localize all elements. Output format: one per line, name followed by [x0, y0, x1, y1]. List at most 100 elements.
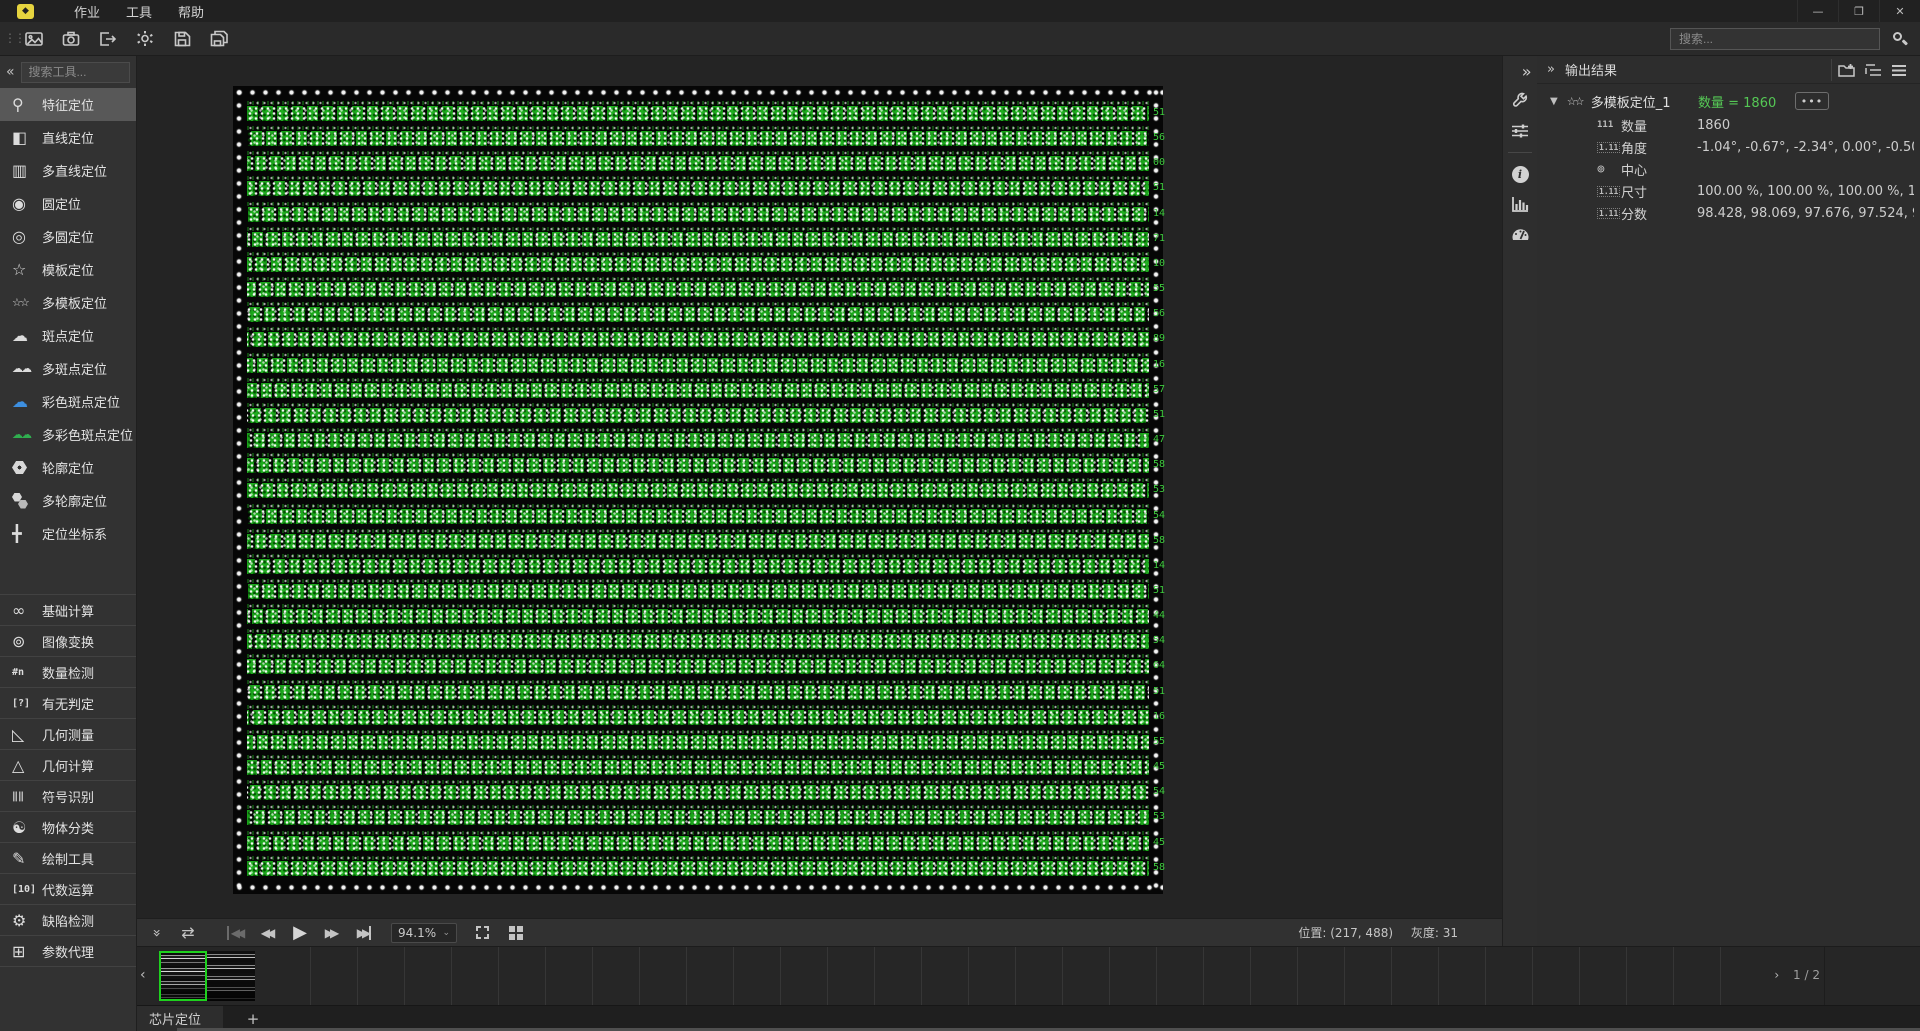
- tool-item-color-blob[interactable]: ☁彩色斑点定位: [0, 385, 136, 418]
- toolbar-drag-handle[interactable]: ⋮⋮: [4, 34, 12, 43]
- play-button[interactable]: ▶: [287, 921, 313, 945]
- tool-item-multi-blob[interactable]: ☁☁多斑点定位: [0, 352, 136, 385]
- filmstrip-empty-slot[interactable]: [1345, 947, 1392, 1005]
- continuous-run-icon[interactable]: ⇄: [175, 921, 201, 945]
- filmstrip-empty-slot[interactable]: [1627, 947, 1674, 1005]
- filmstrip-empty-slot[interactable]: [1157, 947, 1204, 1005]
- collapse-tree-icon[interactable]: [1860, 60, 1886, 80]
- tool-search-input[interactable]: [21, 62, 130, 83]
- minimize-button[interactable]: —: [1797, 0, 1838, 22]
- filmstrip-empty-slot[interactable]: [405, 947, 452, 1005]
- filmstrip-empty-slot[interactable]: [358, 947, 405, 1005]
- filmstrip-empty-slot[interactable]: [828, 947, 875, 1005]
- filmstrip-empty-slot[interactable]: [546, 947, 593, 1005]
- menu-item-1[interactable]: 工具: [113, 1, 165, 22]
- category-item-transform[interactable]: ⊚图像变换: [0, 626, 136, 657]
- category-item-infinity[interactable]: ∞基础计算: [0, 595, 136, 626]
- tool-item-line[interactable]: ◧直线定位: [0, 121, 136, 154]
- filmstrip-empty-slot[interactable]: [875, 947, 922, 1005]
- filmstrip-empty-slot[interactable]: [499, 947, 546, 1005]
- tool-item-axis[interactable]: ╋定位坐标系: [0, 517, 136, 550]
- menu-item-0[interactable]: 作业: [61, 1, 113, 22]
- image-icon[interactable]: [19, 26, 49, 52]
- global-search-input[interactable]: [1670, 28, 1880, 50]
- tool-item-multi-contour[interactable]: 多轮廓定位: [0, 484, 136, 517]
- filmstrip-empty-slot[interactable]: [1674, 947, 1721, 1005]
- category-item-draw[interactable]: ✎绘制工具: [0, 843, 136, 874]
- filmstrip-empty-slot[interactable]: [1110, 947, 1157, 1005]
- category-item-presence[interactable]: [?]有无判定: [0, 688, 136, 719]
- tool-item-circle[interactable]: ◉圆定位: [0, 187, 136, 220]
- filmstrip-empty-slot[interactable]: [922, 947, 969, 1005]
- frame-thumbnail[interactable]: [207, 951, 255, 1001]
- property-row-分数[interactable]: 1.11分数98.428, 98.069, 97.676, 97.524, 97…: [1537, 202, 1920, 224]
- fit-view-button[interactable]: [469, 921, 495, 945]
- add-tab-button[interactable]: +: [242, 1009, 264, 1029]
- filmstrip-empty-slot[interactable]: [311, 947, 358, 1005]
- add-group-icon[interactable]: [1834, 60, 1860, 80]
- tool-item-multi-circle[interactable]: ◎多圆定位: [0, 220, 136, 253]
- property-row-数量[interactable]: 111数量1860: [1537, 114, 1920, 136]
- category-item-classify[interactable]: ☯物体分类: [0, 812, 136, 843]
- filmstrip-empty-slot[interactable]: [1580, 947, 1627, 1005]
- maximize-button[interactable]: ❐: [1838, 0, 1879, 22]
- expand-panel-icon[interactable]: »: [1503, 56, 1538, 86]
- filmstrip-empty-slot[interactable]: [1251, 947, 1298, 1005]
- info-icon[interactable]: i: [1503, 159, 1538, 189]
- gauge-icon[interactable]: [1503, 219, 1538, 249]
- category-item-measure[interactable]: ◺几何测量: [0, 719, 136, 750]
- category-item-defect[interactable]: ⚙缺陷检测: [0, 905, 136, 936]
- filmstrip-empty-slot[interactable]: [452, 947, 499, 1005]
- list-menu-icon[interactable]: [1886, 60, 1912, 80]
- tool-item-pin[interactable]: ⚲特征定位: [0, 88, 136, 121]
- tool-item-multi-color-blob[interactable]: ☁☁多彩色斑点定位: [0, 418, 136, 451]
- filmstrip-empty-slot[interactable]: [734, 947, 781, 1005]
- node-more-button[interactable]: •••: [1795, 92, 1829, 110]
- close-button[interactable]: ✕: [1879, 0, 1920, 22]
- category-item-symbol[interactable]: ‖‖符号识别: [0, 781, 136, 812]
- collapse-panel-icon[interactable]: »: [143, 921, 169, 945]
- image-viewport[interactable]: 5156005114711055568916575147585354581451…: [137, 56, 1502, 918]
- search-icon[interactable]: [1892, 31, 1908, 47]
- property-row-尺寸[interactable]: 1.11尺寸100.00 %, 100.00 %, 100.00 %, 100.…: [1537, 180, 1920, 202]
- filmstrip-empty-slot[interactable]: [593, 947, 640, 1005]
- filmstrip-empty-slot[interactable]: [969, 947, 1016, 1005]
- tool-item-contour[interactable]: 轮廓定位: [0, 451, 136, 484]
- property-row-中心[interactable]: ⊚中心: [1537, 158, 1920, 180]
- filmstrip-empty-slot[interactable]: [1016, 947, 1063, 1005]
- result-node-row[interactable]: ▼ ☆☆ 多模板定位_1 数量 = 1860 •••: [1537, 88, 1920, 114]
- step-forward-button[interactable]: ▶▶: [319, 921, 345, 945]
- skip-to-end-button[interactable]: ▶▶: [351, 921, 377, 945]
- sliders-icon[interactable]: [1503, 116, 1538, 146]
- filmstrip-empty-slot[interactable]: [781, 947, 828, 1005]
- save-copy-icon[interactable]: [204, 26, 234, 52]
- grid-view-button[interactable]: [503, 921, 529, 945]
- wrench-icon[interactable]: [1503, 86, 1538, 116]
- frame-thumbnail-selected[interactable]: [159, 951, 207, 1001]
- skip-to-start-button[interactable]: ◀◀: [223, 921, 249, 945]
- sidebar-collapse-button[interactable]: «: [6, 64, 21, 80]
- step-back-button[interactable]: ◀◀: [255, 921, 281, 945]
- filmstrip-empty-slot[interactable]: [1063, 947, 1110, 1005]
- filmstrip-empty-slot[interactable]: [687, 947, 734, 1005]
- category-item-geometry[interactable]: △几何计算: [0, 750, 136, 781]
- tool-item-blob[interactable]: ☁斑点定位: [0, 319, 136, 352]
- panel-expand-icon[interactable]: »: [1547, 62, 1555, 77]
- filmstrip-prev-button[interactable]: ‹: [140, 967, 146, 983]
- filmstrip-empty-slot[interactable]: [1486, 947, 1533, 1005]
- tool-item-multi-star[interactable]: ☆☆多模板定位: [0, 286, 136, 319]
- filmstrip-next-button[interactable]: ›: [1774, 968, 1779, 982]
- filmstrip-empty-slot[interactable]: [1533, 947, 1580, 1005]
- property-row-角度[interactable]: 1.11角度-1.04°, -0.67°, -2.34°, 0.00°, -0.…: [1537, 136, 1920, 158]
- category-item-count[interactable]: #n数量检测: [0, 657, 136, 688]
- tool-item-multi-line[interactable]: ▥多直线定位: [0, 154, 136, 187]
- histogram-icon[interactable]: [1503, 189, 1538, 219]
- filmstrip-empty-slot[interactable]: [1439, 947, 1486, 1005]
- filmstrip-empty-slot[interactable]: [640, 947, 687, 1005]
- camera-icon[interactable]: [56, 26, 86, 52]
- filmstrip-empty-slot[interactable]: [1392, 947, 1439, 1005]
- menu-item-2[interactable]: 帮助: [165, 1, 217, 22]
- save-icon[interactable]: [167, 26, 197, 52]
- zoom-level-select[interactable]: 94.1% ⌄: [391, 923, 457, 943]
- category-item-algebra[interactable]: [10]代数运算: [0, 874, 136, 905]
